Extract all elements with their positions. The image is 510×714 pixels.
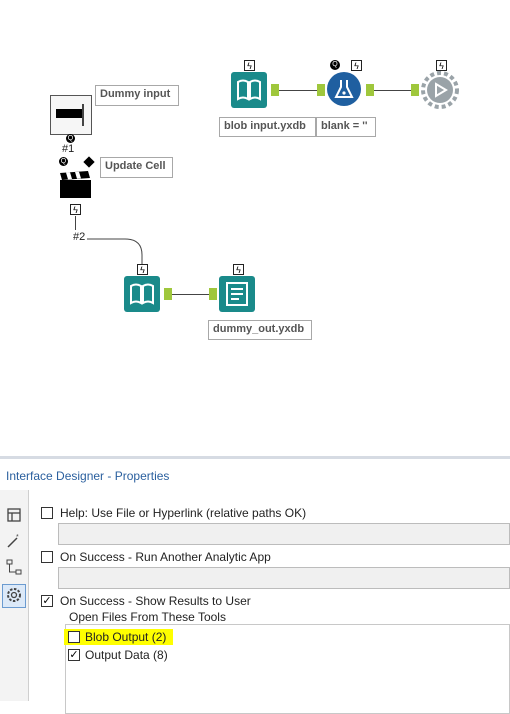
- output-data-tool[interactable]: [219, 276, 255, 312]
- workflow-canvas[interactable]: Q #1 Dummy input Q Update Cell ϟ #2 ϟ Q …: [0, 0, 510, 456]
- lightning-icon: ϟ: [351, 60, 362, 71]
- run-another-checkbox[interactable]: [41, 551, 53, 563]
- input-anchor[interactable]: [209, 288, 217, 300]
- help-label: Help: Use File or Hyperlink (relative pa…: [60, 506, 307, 520]
- quick-info-icon: Q: [66, 134, 75, 143]
- show-results-label: On Success - Show Results to User: [60, 594, 251, 608]
- output-data-checkbox[interactable]: ✓: [68, 649, 80, 661]
- quick-info-icon: Q: [59, 157, 68, 166]
- blob-convert-tool[interactable]: [124, 276, 160, 312]
- lightning-icon: ϟ: [436, 60, 447, 71]
- panel-title: Interface Designer - Properties: [6, 469, 170, 483]
- sidebar: *: [0, 490, 29, 701]
- annotation-blob-input[interactable]: blob input.yxdb: [219, 117, 316, 137]
- show-results-checkbox[interactable]: ✓: [41, 595, 53, 607]
- open-files-group-label: Open Files From These Tools: [68, 610, 227, 624]
- input-anchor[interactable]: [411, 84, 419, 96]
- help-checkbox[interactable]: [41, 507, 53, 519]
- layout-icon[interactable]: [5, 506, 23, 524]
- tool-number-2: #2: [73, 231, 86, 243]
- panel-header: Interface Designer - Properties: [0, 456, 510, 490]
- diamond-icon: [83, 156, 95, 168]
- output-anchor[interactable]: [366, 84, 374, 96]
- input-anchor[interactable]: [317, 84, 325, 96]
- gear-output-tool[interactable]: [421, 71, 459, 109]
- run-another-field[interactable]: [58, 567, 510, 589]
- svg-text:*: *: [16, 534, 19, 541]
- output-anchor[interactable]: [271, 84, 279, 96]
- blob-output-checkbox[interactable]: [68, 631, 80, 643]
- tool-number-1: #1: [62, 143, 75, 155]
- run-another-label: On Success - Run Another Analytic App: [60, 550, 271, 564]
- output-anchor[interactable]: [164, 288, 172, 300]
- formula-tool[interactable]: [327, 72, 361, 106]
- lightning-icon: ϟ: [70, 204, 81, 215]
- blob-output-label: Blob Output (2): [85, 630, 167, 644]
- annotation-dummy-input[interactable]: Dummy input: [95, 85, 179, 106]
- quick-info-icon: Q: [330, 60, 340, 70]
- annotation-dummy-out[interactable]: dummy_out.yxdb: [208, 320, 312, 340]
- blob-input-tool[interactable]: [231, 72, 267, 108]
- gear-icon[interactable]: [2, 584, 26, 608]
- annotation-blank[interactable]: blank = '': [316, 117, 376, 137]
- output-data-label: Output Data (8): [85, 648, 168, 662]
- annotation-update-cell[interactable]: Update Cell: [100, 157, 173, 178]
- lightning-icon: ϟ: [233, 264, 244, 275]
- lightning-icon: ϟ: [137, 264, 148, 275]
- help-field[interactable]: [58, 523, 510, 545]
- interface-designer-panel: Interface Designer - Properties * Help: …: [0, 456, 510, 714]
- clapboard-action-tool[interactable]: [60, 171, 91, 198]
- tree-icon[interactable]: [5, 558, 23, 576]
- lightning-icon: ϟ: [244, 60, 255, 71]
- magic-wand-icon[interactable]: *: [5, 532, 23, 550]
- text-input-tool[interactable]: [50, 95, 92, 135]
